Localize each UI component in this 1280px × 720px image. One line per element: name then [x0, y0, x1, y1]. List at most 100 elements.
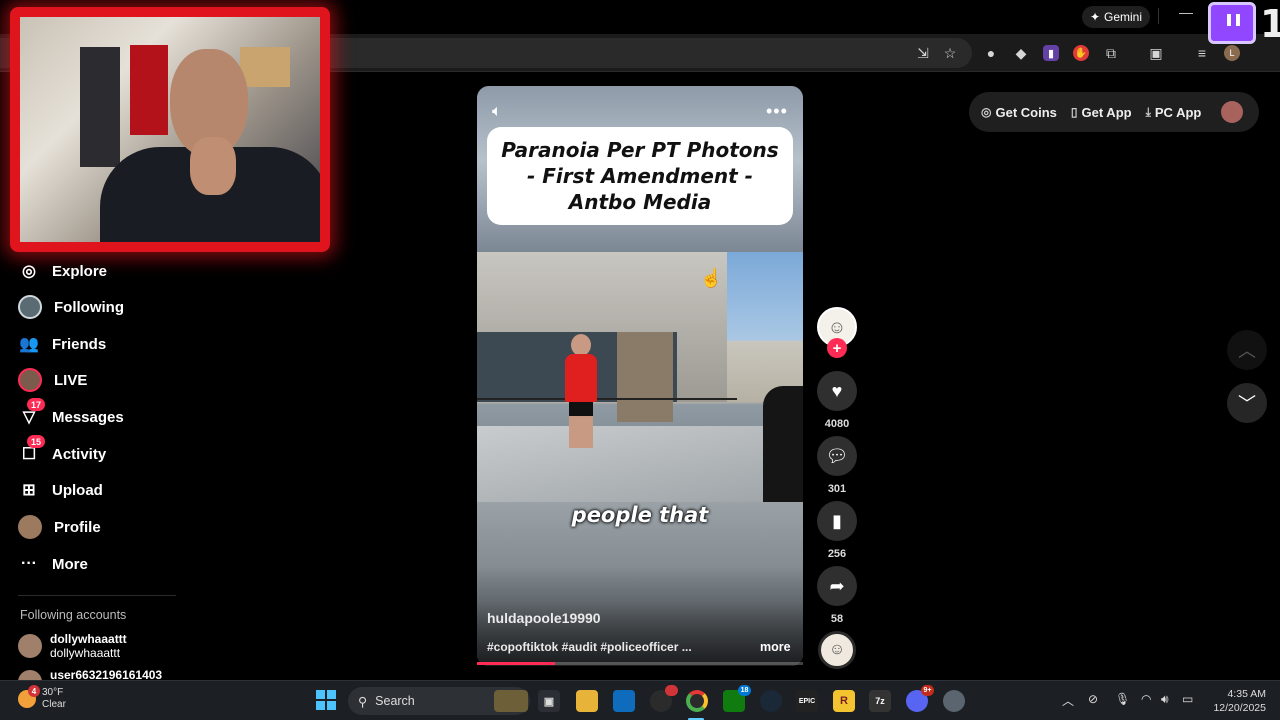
search-highlight-icon[interactable]	[494, 690, 528, 712]
compass-icon: ◎	[22, 263, 36, 280]
gemini-label: Gemini	[1104, 10, 1143, 24]
install-app-icon[interactable]: ⇲	[913, 43, 933, 63]
user-avatar[interactable]	[1221, 101, 1244, 123]
rockstar-icon[interactable]: R	[833, 690, 855, 712]
save-button[interactable]: ▮ 256	[816, 501, 858, 560]
weather-temp: 30°F	[42, 687, 64, 698]
get-coins-label: Get Coins	[995, 104, 1057, 120]
mouse-cursor-icon: ☝	[700, 268, 723, 288]
nav-item-following[interactable]: Following	[18, 294, 124, 320]
coin-icon: ◎	[981, 105, 992, 119]
discord-icon[interactable]: 9+	[906, 685, 934, 712]
task-view-icon[interactable]: ▣	[538, 690, 560, 712]
chrome-icon[interactable]	[686, 690, 708, 712]
webcam-cabinet	[80, 47, 120, 167]
nav-item-activity[interactable]: ☐ 15 Activity	[18, 435, 106, 467]
extension-diamond-icon[interactable]: ◆	[1011, 43, 1031, 63]
search-icon: ⚲	[358, 694, 368, 709]
following-icon	[18, 295, 42, 319]
tray-chevron-up-icon[interactable]: ︿	[1062, 692, 1074, 709]
windows-start-icon[interactable]	[316, 690, 336, 710]
nav-item-upload[interactable]: ⊞ Upload	[18, 477, 103, 503]
nav-item-explore[interactable]: ◎ Explore	[18, 258, 107, 284]
comment-button[interactable]: 💬︎ 301	[816, 436, 858, 495]
video-progress-bar[interactable]	[477, 662, 803, 665]
nav-label: Explore	[52, 262, 108, 280]
bookmark-star-icon[interactable]: ☆	[940, 43, 960, 63]
video-man-legs	[569, 402, 593, 448]
epic-games-icon[interactable]: EPIC	[796, 690, 818, 712]
battery-icon[interactable]: ▭	[1182, 692, 1193, 706]
pc-app-label: PC App	[1154, 104, 1202, 120]
minimize-icon[interactable]: —	[1178, 5, 1194, 22]
discord-badge: 9+	[921, 685, 934, 696]
gemini-spark-icon: ✦	[1089, 10, 1101, 24]
comment-count: 301	[827, 483, 847, 495]
twitch-overlay-number: 1	[1260, 2, 1280, 46]
network-off-icon[interactable]: ⊘	[1088, 692, 1098, 706]
xbox-badge: 18	[738, 685, 751, 696]
header-actions: ◎ Get Coins ▯ Get App ⤓ PC App	[969, 92, 1259, 132]
friends-icon: 👥	[19, 336, 39, 353]
wifi-icon[interactable]: ◠	[1141, 692, 1151, 706]
nav-label: Messages	[52, 408, 124, 426]
following-account[interactable]: dollywhaaattt dollywhaaattt	[18, 632, 127, 660]
gemini-button[interactable]: ✦ Gemini	[1082, 6, 1150, 28]
xbox-icon[interactable]: 18	[723, 685, 751, 712]
twitch-overlay: 1	[1204, 0, 1280, 48]
microphone-icon[interactable]: 🎙︎	[1115, 692, 1130, 706]
account-username: dollywhaaattt	[50, 632, 127, 646]
steam-icon[interactable]	[760, 690, 782, 712]
microsoft-store-icon[interactable]	[613, 690, 635, 712]
music-disc-icon[interactable]: ☺	[818, 631, 856, 669]
nav-item-live[interactable]: LIVE	[18, 367, 87, 393]
nav-item-profile[interactable]: Profile	[18, 514, 101, 540]
extension-puzzle-piece-icon[interactable]: ●	[981, 43, 1001, 63]
speaker-icon[interactable]: 🔊︎	[1161, 692, 1169, 707]
red-extension-icon[interactable]: ✋	[1073, 45, 1089, 61]
record-app-icon[interactable]	[650, 685, 678, 712]
video-author[interactable]: huldapoole19990	[487, 610, 601, 626]
video-officer	[763, 386, 803, 502]
webcam-person-hand	[190, 137, 236, 195]
get-coins-button[interactable]: ◎ Get Coins	[981, 105, 1057, 120]
taskbar-clock[interactable]: 4:35 AM 12/20/2025	[1210, 687, 1266, 715]
file-explorer-icon[interactable]	[576, 690, 598, 712]
twitch-logo-icon	[1208, 2, 1256, 44]
twitch-extension-icon[interactable]: ▮	[1043, 45, 1059, 61]
webcam-overlay	[10, 7, 330, 252]
video-more-options-icon[interactable]: •••	[766, 101, 788, 122]
weather-widget[interactable]: 4 30°F Clear	[18, 685, 66, 711]
windows-taskbar: 4 30°F Clear ⚲ Search ▣ 18 EPIC R 7z 9+ …	[0, 680, 1280, 720]
phone-icon: ▯	[1070, 105, 1078, 119]
account-avatar	[18, 634, 42, 658]
settings-gear-icon[interactable]	[943, 690, 965, 712]
sidepanel-icon[interactable]: ▣	[1146, 43, 1166, 63]
pc-app-button[interactable]: ⤓ PC App	[1146, 105, 1202, 120]
extensions-icon[interactable]: ⧉	[1101, 43, 1121, 63]
video-hashtags[interactable]: #copoftiktok #audit #policeofficer ...	[487, 640, 692, 654]
video-railing	[477, 398, 737, 400]
video-title-overlay: Paranoia Per PT Photons - First Amendmen…	[487, 127, 793, 225]
nav-item-more[interactable]: ··· More	[18, 551, 88, 577]
nav-label: LIVE	[54, 371, 88, 389]
follow-plus-icon[interactable]: +	[827, 338, 847, 358]
messages-badge: 17	[27, 398, 45, 411]
share-button[interactable]: ➦ 58	[816, 566, 858, 625]
share-arrow-icon: ➦	[817, 566, 857, 606]
profile-initial: L	[1229, 48, 1235, 58]
nav-label: Upload	[52, 481, 103, 499]
like-count: 4080	[824, 418, 850, 430]
nav-item-friends[interactable]: 👥 Friends	[18, 331, 106, 357]
save-count: 256	[827, 548, 847, 560]
nav-item-messages[interactable]: ▽ 17 Messages	[18, 398, 124, 430]
get-app-button[interactable]: ▯ Get App	[1071, 105, 1132, 120]
previous-video-chevron-up-icon[interactable]: ︿	[1227, 330, 1267, 370]
upload-icon: ⊞	[22, 482, 36, 499]
webcam-boxes	[240, 47, 290, 87]
volume-icon[interactable]: 🔈︎	[492, 103, 502, 121]
7zip-icon[interactable]: 7z	[869, 690, 891, 712]
next-video-chevron-down-icon[interactable]: ﹀	[1227, 383, 1267, 423]
description-more-button[interactable]: more	[760, 640, 791, 654]
like-button[interactable]: ♥ 4080	[816, 371, 858, 430]
